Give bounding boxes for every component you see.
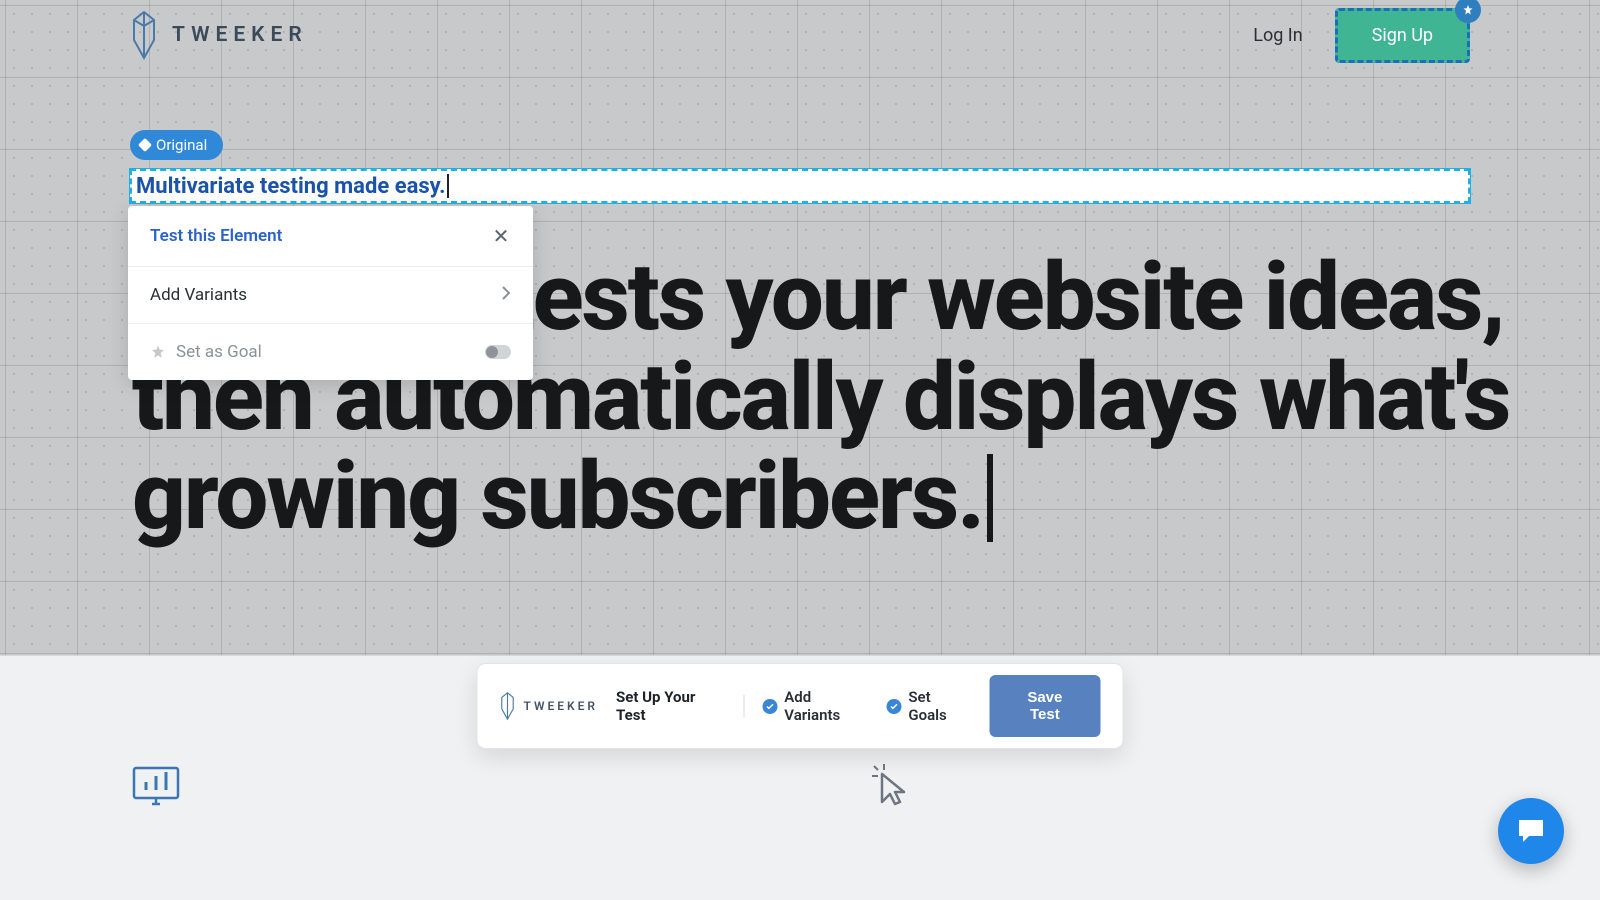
popover-title: Test this Element	[150, 226, 282, 246]
save-test-button[interactable]: Save Test	[989, 675, 1100, 737]
step2-label: Set Goals	[908, 688, 971, 724]
top-header: TWEEKER Log In Sign Up	[0, 0, 1600, 70]
close-icon[interactable]: ✕	[491, 224, 511, 248]
check-circle-icon	[887, 699, 902, 714]
step1-label: Add Variants	[784, 688, 868, 724]
header-actions: Log In Sign Up	[1253, 8, 1470, 63]
text-caret-icon	[447, 174, 449, 198]
step-add-variants[interactable]: Add Variants	[763, 688, 869, 724]
chevron-right-icon	[501, 285, 511, 305]
original-chip-label: Original	[156, 136, 207, 154]
tweeker-logo-icon	[130, 10, 158, 60]
set-as-goal-label: Set as Goal	[176, 342, 262, 362]
toolbar-brand-text: TWEEKER	[524, 699, 599, 713]
chat-fab[interactable]	[1498, 798, 1564, 864]
tweeker-mini-logo-icon	[500, 691, 516, 721]
typing-cursor-icon	[987, 454, 993, 542]
star-badge-icon	[1455, 0, 1481, 23]
original-variant-chip[interactable]: Original	[130, 130, 223, 160]
element-popover: Test this Element ✕ Add Variants Set as …	[128, 206, 533, 380]
star-icon	[150, 344, 166, 360]
toolbar-brand: TWEEKER	[500, 691, 599, 721]
check-circle-icon	[763, 699, 778, 714]
step-set-goals[interactable]: Set Goals	[887, 688, 971, 724]
popover-header: Test this Element ✕	[128, 206, 533, 267]
brand-logo[interactable]: TWEEKER	[130, 10, 308, 60]
editable-heading-field[interactable]: Multivariate testing made easy.	[130, 169, 1470, 203]
add-variants-item[interactable]: Add Variants	[128, 267, 533, 324]
signup-button[interactable]: Sign Up	[1335, 8, 1470, 63]
cursor-click-icon	[868, 762, 908, 812]
chat-icon	[1515, 816, 1547, 846]
separator	[744, 695, 745, 717]
set-as-goal-label-wrap: Set as Goal	[150, 342, 262, 362]
brand-name: TWEEKER	[172, 23, 308, 47]
setup-toolbar: TWEEKER Set Up Your Test Add Variants Se…	[478, 664, 1123, 748]
set-as-goal-item[interactable]: Set as Goal	[128, 324, 533, 380]
goal-toggle[interactable]	[485, 345, 511, 359]
analytics-icon	[132, 760, 180, 808]
save-label: Save Test	[1027, 689, 1062, 723]
login-link[interactable]: Log In	[1253, 25, 1302, 46]
editable-heading-text: Multivariate testing made easy.	[136, 174, 446, 199]
add-variants-label: Add Variants	[150, 285, 247, 305]
setup-title: Set Up Your Test	[616, 688, 726, 724]
signup-label: Sign Up	[1372, 25, 1433, 46]
diamond-icon	[138, 138, 152, 152]
